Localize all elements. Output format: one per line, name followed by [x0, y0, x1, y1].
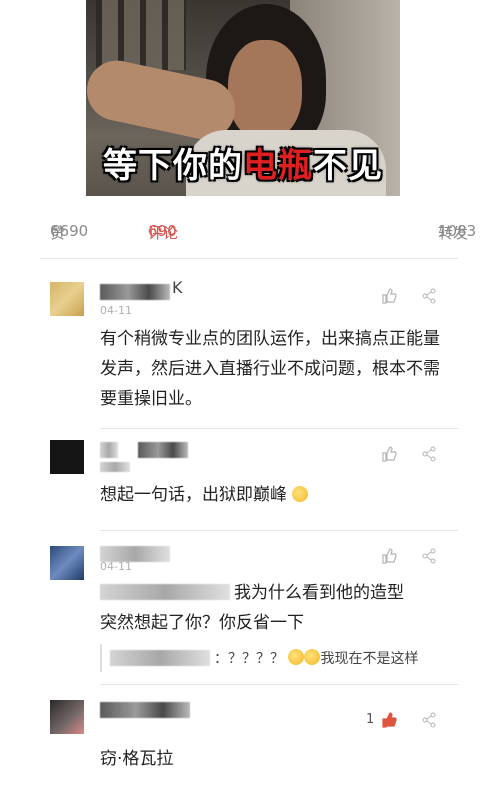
comment-text: 突然想起了你？你反省一下 — [100, 613, 304, 633]
mention-blurred[interactable] — [100, 584, 230, 600]
divider — [100, 684, 458, 685]
divider — [100, 530, 458, 531]
share-icon[interactable] — [420, 712, 438, 730]
grinning-face-emoji — [288, 649, 305, 665]
avatar[interactable] — [50, 700, 84, 734]
divider — [100, 428, 458, 429]
username-blurred[interactable] — [100, 702, 190, 718]
like-count: 1 — [366, 712, 375, 727]
avatar[interactable] — [50, 440, 84, 474]
reply-username-blurred — [110, 650, 210, 666]
divider — [40, 258, 458, 259]
share-icon[interactable] — [420, 548, 438, 566]
grinning-face-emoji — [304, 649, 321, 665]
thumbs-up-icon[interactable] — [380, 548, 398, 566]
comment-date: 04-11 — [100, 560, 132, 573]
stats-bar: 赞 6690 评论 690 转发 1083 — [50, 222, 477, 242]
comment-text: 窃·格瓦拉 — [100, 749, 174, 769]
comment-text: 有个稍微专业点的团队运作，出来搞点正能量发声，然后进入直播行业不成问题，根本不需… — [100, 329, 440, 409]
comment-text: 我为什么看到他的造型 — [234, 583, 404, 603]
username-tail[interactable]: K — [172, 278, 183, 297]
share-icon[interactable] — [420, 288, 438, 306]
meme-image: 等下你的电瓶不见 — [86, 0, 400, 196]
reply-preview[interactable]: ：？？？？ 我现在不是这样 — [100, 644, 448, 672]
meme-caption: 等下你的电瓶不见 — [103, 146, 383, 186]
avatar[interactable] — [50, 546, 84, 580]
comment-text: 想起一句话，出狱即巅峰 — [100, 480, 448, 510]
grinning-face-emoji — [292, 486, 309, 502]
share-icon[interactable] — [420, 446, 438, 464]
thumbs-up-icon[interactable] — [380, 712, 398, 730]
comment-date: 04-11 — [100, 304, 132, 317]
thumbs-up-icon[interactable] — [380, 446, 398, 464]
username-blurred[interactable] — [100, 284, 170, 300]
username-blurred[interactable] — [100, 442, 118, 458]
username-blurred[interactable] — [138, 442, 188, 458]
thumbs-up-icon[interactable] — [380, 288, 398, 306]
comment-date-blurred — [100, 462, 130, 472]
avatar[interactable] — [50, 282, 84, 316]
